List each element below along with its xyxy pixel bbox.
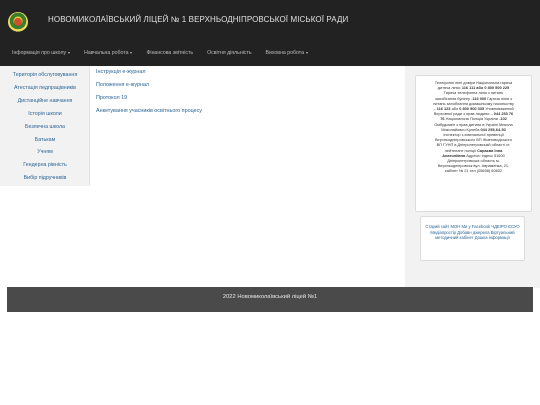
site-title[interactable]: НОВОМИКОЛАЇВСЬКИЙ ЛІЦЕЙ № 1 ВЕРХНЬОДНІПР… <box>48 15 348 24</box>
site-header: НОВОМИКОЛАЇВСЬКИЙ ЛІЦЕЙ № 1 ВЕРХНЬОДНІПР… <box>0 0 540 66</box>
sidebar-item-teacher-certification[interactable]: Атестація педпрацівників <box>0 85 90 91</box>
sidebar-item-students[interactable]: Учням <box>0 149 90 155</box>
sidebar-item-school-history[interactable]: Історія школи <box>0 111 90 117</box>
site-footer: 2022 Новомиколаївський ліцей №1 <box>7 287 533 312</box>
caret-down-icon <box>305 51 308 54</box>
sidebar-item-distance-learning[interactable]: Дистанційне навчання <box>0 98 90 104</box>
sidebar-item-safe-school[interactable]: Безпечна школа <box>0 124 90 130</box>
caret-down-icon <box>68 51 71 54</box>
main-nav: Інформація про школу Навчальна робота Фі… <box>12 48 322 58</box>
link-ejournal-regulations[interactable]: Положення е-журнал <box>96 82 149 88</box>
nav-item-label: Інформація про школу <box>12 50 67 56</box>
link-protocol-19[interactable]: Протокол 19 <box>96 95 127 101</box>
nav-item-label: Виховна робота <box>265 50 304 56</box>
nav-item-upbringing[interactable]: Виховна робота <box>266 48 308 58</box>
link-participant-survey[interactable]: Анкетування учасників освітнього процесу <box>96 108 202 114</box>
nav-item-label: Навчальна робота <box>84 50 129 56</box>
nav-item-school-info[interactable]: Інформація про школу <box>12 48 71 58</box>
nav-item-financial-reports[interactable]: Фінансова звітність <box>146 48 193 58</box>
hotline-text: кабінет № 21 тел (05658) 60602 <box>444 168 503 174</box>
sidebar-item-service-territory[interactable]: Територія обслуговування <box>0 72 90 78</box>
link-ejournal-instruction[interactable]: Інструкція е-журнал <box>96 69 146 75</box>
hotlines-info-box: Телефонні лінії довіри Національна гаряч… <box>415 75 532 212</box>
school-logo[interactable] <box>8 12 28 32</box>
sidebar-item-textbook-choice[interactable]: Вибір підручників <box>0 175 90 181</box>
logo-emblem <box>14 18 22 26</box>
nav-item-label: Освітня діяльність <box>207 50 252 56</box>
nav-item-academic-work[interactable]: Навчальна робота <box>84 48 133 58</box>
useful-links-box[interactable]: Старий сайт МОН Ми у Facebook ЧДЕІРО ЄСУ… <box>420 216 525 261</box>
caret-down-icon <box>130 51 133 54</box>
nav-item-label: Фінансова звітність <box>146 50 194 56</box>
useful-links-text[interactable]: Старий сайт МОН Ми у Facebook ЧДЕІРО ЄСУ… <box>425 224 519 240</box>
footer-copyright: 2022 Новомиколаївський ліцей №1 <box>222 294 318 300</box>
sidebar-item-gender-equality[interactable]: Гендерна рівність <box>0 162 90 168</box>
sidebar-item-parents[interactable]: Батькам <box>0 137 90 143</box>
nav-item-educational-activity[interactable]: Освітня діяльність <box>207 48 251 58</box>
